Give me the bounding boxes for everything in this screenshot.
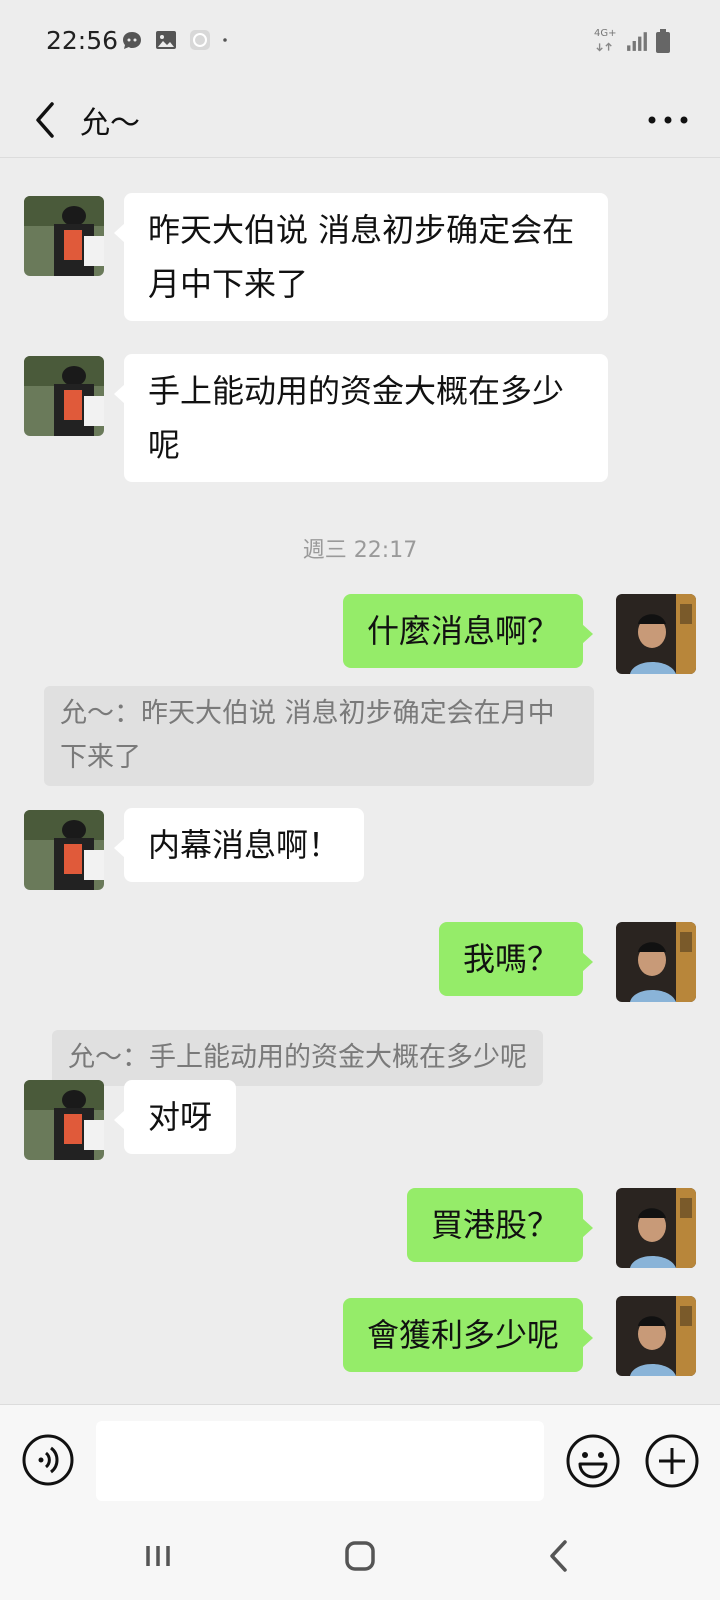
avatar-contact-image (24, 196, 104, 276)
more-horizontal-icon[interactable] (644, 100, 692, 140)
avatar-contact-image (24, 810, 104, 890)
message-bubble[interactable]: 手上能动用的资金大概在多少呢 (114, 354, 608, 482)
message-list[interactable]: 昨天大伯说 消息初步确定会在月中下来了 手上能动用的资金大概在多少呢 週三 22… (0, 158, 720, 1404)
avatar-contact[interactable] (24, 1080, 104, 1160)
avatar-self-image (616, 922, 696, 1002)
message-text: 对呀 (148, 1098, 213, 1136)
input-bar (0, 1404, 720, 1514)
avatar-self[interactable] (616, 1188, 696, 1268)
network-type: 4G+ (594, 28, 617, 39)
message-timestamp: 週三 22:17 (302, 538, 418, 563)
recent-apps-icon[interactable] (128, 1534, 188, 1578)
avatar-self[interactable] (616, 1296, 696, 1376)
app-icon (190, 30, 210, 50)
message-text: 買港股？ (430, 1206, 559, 1244)
avatar-contact[interactable] (24, 810, 104, 890)
signal-icon (627, 32, 647, 51)
message-bubble[interactable]: 昨天大伯说 消息初步确定会在月中下来了 (114, 193, 608, 321)
message-text: 會獲利多少呢 (366, 1316, 559, 1354)
status-bar: 22:56 4G+ (0, 0, 720, 84)
message-bubble[interactable]: 買港股？ (406, 1188, 594, 1262)
image-icon (156, 31, 176, 49)
emoji-icon[interactable] (565, 1433, 621, 1489)
avatar-contact[interactable] (24, 196, 104, 276)
message-incoming: 手上能动用的资金大概在多少呢 (0, 318, 720, 482)
status-time: 22:56 (46, 26, 119, 55)
voice-icon[interactable] (21, 1433, 75, 1487)
avatar-self-image (616, 1188, 696, 1268)
message-incoming: 内幕消息啊！ (0, 804, 720, 894)
message-text: 昨天大伯说 消息初步确定会在月中下来了 (148, 211, 575, 303)
chat-header: 允～ (0, 84, 720, 158)
quoted-text: 允～：昨天大伯说 消息初步确定会在月中下来了 (60, 698, 555, 773)
quoted-message[interactable]: 允～：昨天大伯说 消息初步确定会在月中下来了 (44, 686, 594, 786)
message-outgoing: 我嗎？ (0, 916, 720, 1006)
dot-icon (223, 38, 227, 42)
message-bubble[interactable]: 我嗎？ (438, 922, 594, 996)
message-text: 内幕消息啊！ (148, 826, 341, 864)
message-input[interactable] (96, 1421, 544, 1501)
system-nav-bar (0, 1514, 720, 1600)
data-arrows-icon (596, 42, 612, 52)
status-right: 4G+ (594, 28, 670, 54)
avatar-self-image (616, 1296, 696, 1376)
message-outgoing: 會獲利多少呢 (0, 1296, 720, 1396)
avatar-self[interactable] (616, 922, 696, 1002)
chat-title: 允～ (80, 106, 140, 141)
battery-icon (656, 29, 670, 53)
message-incoming: 昨天大伯说 消息初步确定会在月中下来了 (0, 158, 720, 321)
message-text: 手上能动用的资金大概在多少呢 (148, 372, 565, 464)
back-icon[interactable] (530, 1534, 590, 1578)
home-icon[interactable] (330, 1534, 390, 1578)
message-text: 什麼消息啊？ (366, 612, 559, 650)
plus-icon[interactable] (644, 1433, 700, 1489)
avatar-contact-image (24, 1080, 104, 1160)
message-incoming: 对呀 (0, 1078, 720, 1168)
quoted-text: 允～：手上能动用的资金大概在多少呢 (68, 1042, 527, 1073)
message-outgoing: 什麼消息啊？ (0, 594, 720, 684)
message-text: 我嗎？ (462, 940, 559, 978)
notification-icons (120, 28, 234, 52)
message-bubble[interactable]: 对呀 (113, 1080, 237, 1154)
network-indicator: 4G+ (594, 28, 618, 54)
chat-bubble-icon (123, 32, 141, 49)
chevron-left-icon[interactable] (26, 90, 66, 150)
message-bubble[interactable]: 什麼消息啊？ (342, 594, 594, 668)
message-bubble[interactable]: 會獲利多少呢 (342, 1298, 594, 1372)
avatar-contact[interactable] (24, 356, 104, 436)
message-outgoing: 買港股？ (0, 1188, 720, 1278)
avatar-self-image (616, 594, 696, 674)
avatar-contact-image (24, 356, 104, 436)
avatar-self[interactable] (616, 594, 696, 674)
message-bubble[interactable]: 内幕消息啊！ (113, 808, 365, 882)
